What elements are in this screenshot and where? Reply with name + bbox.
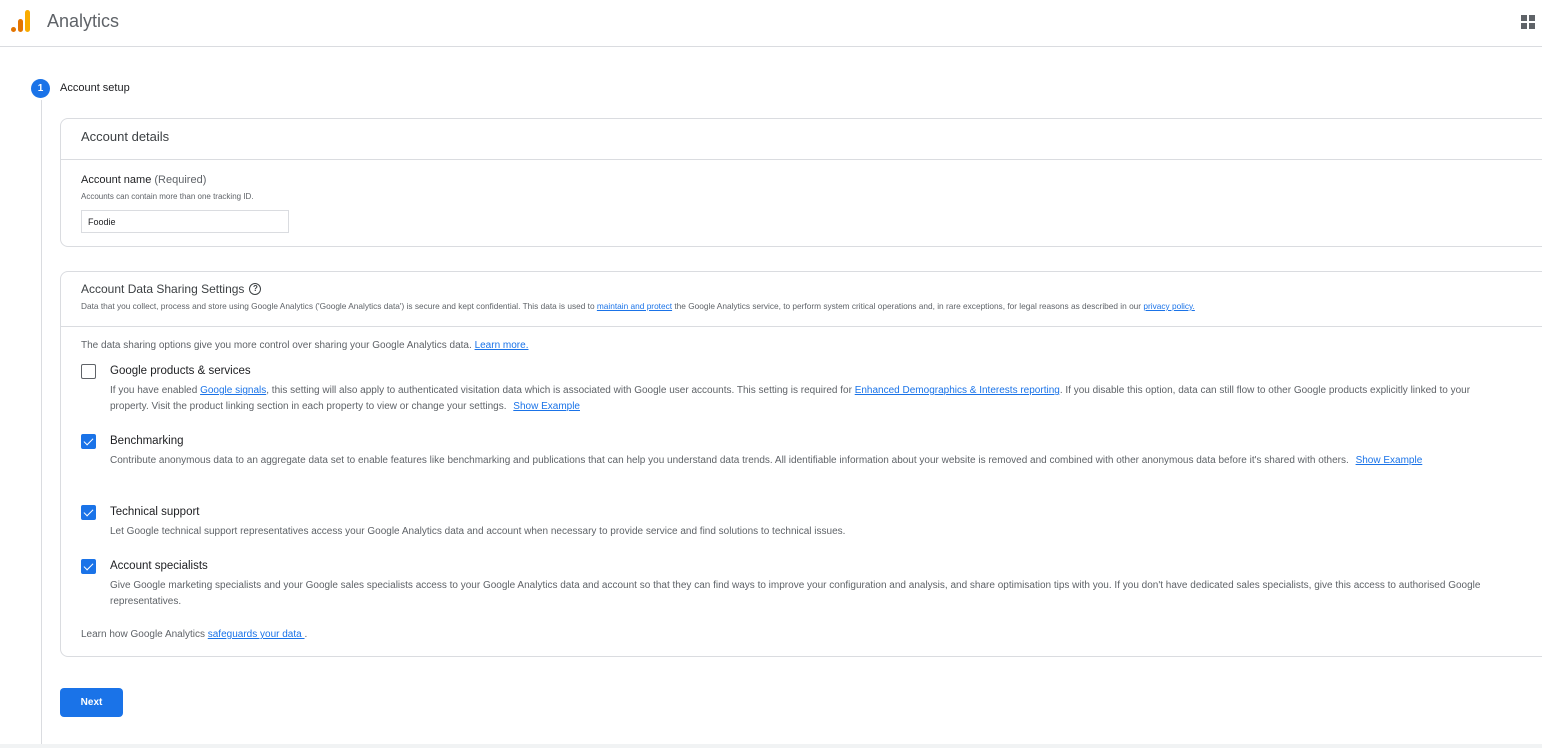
data-sharing-title: Account Data Sharing Settings <box>81 282 245 296</box>
analytics-logo-icon[interactable] <box>11 10 33 32</box>
enhanced-demographics-link[interactable]: Enhanced Demographics & Interests report… <box>855 385 1060 396</box>
account-specialists-checkbox[interactable] <box>81 559 96 574</box>
option-description: If you have enabled Google signals, this… <box>110 383 1510 415</box>
app-title: Analytics <box>47 11 120 31</box>
option-title: Technical support <box>110 506 200 518</box>
desc-text: the Google Analytics service, to perform… <box>672 301 1144 311</box>
intro-text: The data sharing options give you more c… <box>81 340 475 351</box>
google-signals-link[interactable]: Google signals <box>200 385 266 396</box>
google-products-checkbox[interactable] <box>81 364 96 379</box>
account-name-input[interactable] <box>81 210 289 233</box>
account-name-help: Accounts can contain more than one track… <box>81 192 254 201</box>
maintain-and-protect-link[interactable]: maintain and protect <box>597 301 672 311</box>
desc-text: , this setting will also apply to authen… <box>266 385 855 396</box>
safeguards-note: Learn how Google Analytics safeguards yo… <box>81 629 307 640</box>
technical-support-checkbox[interactable] <box>81 505 96 520</box>
next-button[interactable]: Next <box>60 688 123 717</box>
account-details-card: Account details Account name (Required) … <box>60 118 1542 247</box>
step-label: Account setup <box>60 82 130 94</box>
data-sharing-header: Account Data Sharing Settings ? Data tha… <box>61 272 1542 327</box>
privacy-policy-link[interactable]: privacy policy. <box>1143 301 1195 311</box>
step-number-badge: 1 <box>31 79 50 98</box>
top-app-bar: Analytics <box>0 0 1542 47</box>
benchmarking-checkbox[interactable] <box>81 434 96 449</box>
account-details-title: Account details <box>61 119 1542 160</box>
desc-text: Contribute anonymous data to an aggregat… <box>110 455 1349 466</box>
account-name-label: Account name (Required) <box>81 174 206 186</box>
learn-more-link[interactable]: Learn more. <box>475 340 529 351</box>
data-sharing-card: Account Data Sharing Settings ? Data tha… <box>60 271 1542 657</box>
option-title: Google products & services <box>110 365 251 377</box>
account-name-label-text: Account name <box>81 174 152 186</box>
required-marker: (Required) <box>154 174 207 186</box>
desc-text: If you have enabled <box>110 385 201 396</box>
option-title: Benchmarking <box>110 435 184 447</box>
show-example-link[interactable]: Show Example <box>1356 455 1423 466</box>
stepper-line <box>41 100 42 745</box>
desc-text: Data that you collect, process and store… <box>81 301 597 311</box>
help-circle-icon[interactable]: ? <box>249 283 262 295</box>
safeguards-link[interactable]: safeguards your data <box>208 629 305 640</box>
data-sharing-description: Data that you collect, process and store… <box>81 301 1542 311</box>
show-example-link[interactable]: Show Example <box>513 401 580 412</box>
data-sharing-intro: The data sharing options give you more c… <box>81 340 528 351</box>
footer-text: Learn how Google Analytics <box>81 629 208 640</box>
option-title: Account specialists <box>110 560 208 572</box>
option-description: Let Google technical support representat… <box>110 526 846 537</box>
option-description: Contribute anonymous data to an aggregat… <box>110 453 1510 469</box>
bottom-strip <box>0 744 1542 748</box>
option-description: Give Google marketing specialists and yo… <box>110 580 1481 607</box>
apps-grid-icon[interactable] <box>1521 15 1535 29</box>
footer-text: . <box>304 629 308 640</box>
